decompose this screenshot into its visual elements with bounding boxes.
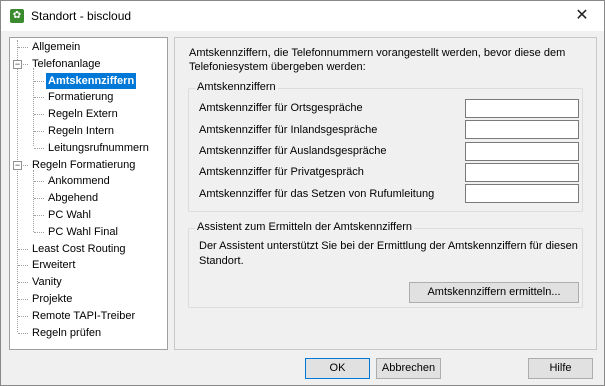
field-label-rufumleitung: Amtskennziffer für das Setzen von Rufuml…	[199, 188, 435, 200]
collapse-toggle-icon[interactable]: −	[13, 59, 22, 69]
tree-item[interactable]: Erweitert	[30, 257, 77, 273]
group-title: Assistent zum Ermitteln der Amtskennziff…	[195, 221, 414, 233]
settings-dialog: ✿ Standort - biscloud ✕ Allgemein − Telefo…	[0, 0, 605, 386]
tree-item[interactable]: Leitungsrufnummern	[46, 140, 151, 156]
tree-connector-line	[33, 170, 34, 232]
assistent-description: Der Assistent unterstützt Sie bei der Er…	[199, 240, 578, 267]
help-button[interactable]: Hilfe	[528, 358, 593, 379]
field-label-privatgespraech: Amtskennziffer für Privatgespräch	[199, 166, 364, 178]
tree-item[interactable]: PC Wahl Final	[46, 224, 120, 240]
close-icon[interactable]: ✕	[560, 1, 604, 31]
tree-connector-line	[18, 315, 28, 317]
tree-connector-line	[34, 231, 44, 233]
tree-connector-line	[18, 332, 28, 334]
auslandsgespraeche-input[interactable]	[465, 142, 579, 161]
group-title: Amtskennziffern	[195, 81, 278, 93]
tree-item[interactable]: Allgemein	[30, 39, 82, 55]
tree-item[interactable]: Regeln prüfen	[30, 325, 103, 341]
field-label-ortsgespraeche: Amtskennziffer für Ortsgespräche	[199, 102, 363, 114]
tree-connector-line	[17, 40, 18, 332]
navigation-tree: Allgemein − Telefonanlage Amtskennziffern Fo…	[9, 37, 168, 350]
tree-connector-line	[34, 114, 44, 116]
field-label-inlandsgespraeche: Amtskennziffer für Inlandsgespräche	[199, 124, 378, 136]
tree-item[interactable]: Regeln Intern	[46, 123, 116, 139]
tree-item[interactable]: Formatierung	[46, 89, 115, 105]
ortsgespraeche-input[interactable]	[465, 99, 579, 118]
ok-button[interactable]: OK	[305, 358, 370, 379]
tree-item[interactable]: Abgehend	[46, 190, 100, 206]
tree-item[interactable]: Vanity	[30, 274, 64, 290]
privatgespraech-input[interactable]	[465, 163, 579, 182]
rufumleitung-input[interactable]	[465, 184, 579, 203]
tree-item[interactable]: Ankommend	[46, 173, 112, 189]
tree-connector-line	[18, 248, 28, 250]
content-panel: Amtskennziffern, die Telefonnummern vora…	[174, 37, 597, 350]
settings-gear-icon: ✿	[10, 9, 24, 23]
tree-item[interactable]: Projekte	[30, 291, 74, 307]
tree-connector-line	[18, 299, 28, 300]
tree-connector-line	[34, 80, 44, 82]
tree-connector-line	[34, 147, 44, 149]
tree-connector-line	[18, 47, 28, 48]
tree-item[interactable]: Remote TAPI-Treiber	[30, 308, 137, 324]
tree-connector-line	[34, 181, 44, 183]
page-description: Amtskennziffern, die Telefonnummern vora…	[189, 47, 566, 73]
window-title: Standort - biscloud	[31, 9, 132, 23]
tree-item[interactable]: PC Wahl	[46, 207, 93, 223]
tree-item[interactable]: Telefonanlage	[30, 56, 103, 72]
tree-connector-line	[18, 282, 28, 284]
tree-item[interactable]: Amtskennziffern	[46, 72, 137, 89]
title-bar: ✿ Standort - biscloud ✕	[1, 1, 604, 31]
tree-connector-line	[34, 215, 44, 216]
collapse-toggle-icon[interactable]: −	[13, 160, 22, 170]
field-label-auslandsgespraeche: Amtskennziffer für Auslandsgespräche	[199, 145, 387, 157]
amtskennziffern-ermitteln-button[interactable]: Amtskennziffern ermitteln...	[409, 282, 579, 303]
tree-connector-line	[18, 265, 28, 267]
tree-item[interactable]: Least Cost Routing	[30, 241, 128, 257]
inlandsgespraeche-input[interactable]	[465, 120, 579, 139]
group-assistent: Assistent zum Ermitteln der Amtskennziff…	[188, 221, 583, 308]
group-amtskennziffern: Amtskennziffern Amtskennziffer für Ortsg…	[188, 81, 583, 212]
tree-connector-line	[34, 198, 44, 200]
tree-connector-line	[34, 131, 44, 132]
tree-connector-line	[34, 97, 44, 99]
tree-item[interactable]: Regeln Extern	[46, 106, 120, 122]
cancel-button[interactable]: Abbrechen	[376, 358, 441, 379]
tree-item[interactable]: Regeln Formatierung	[30, 157, 137, 173]
